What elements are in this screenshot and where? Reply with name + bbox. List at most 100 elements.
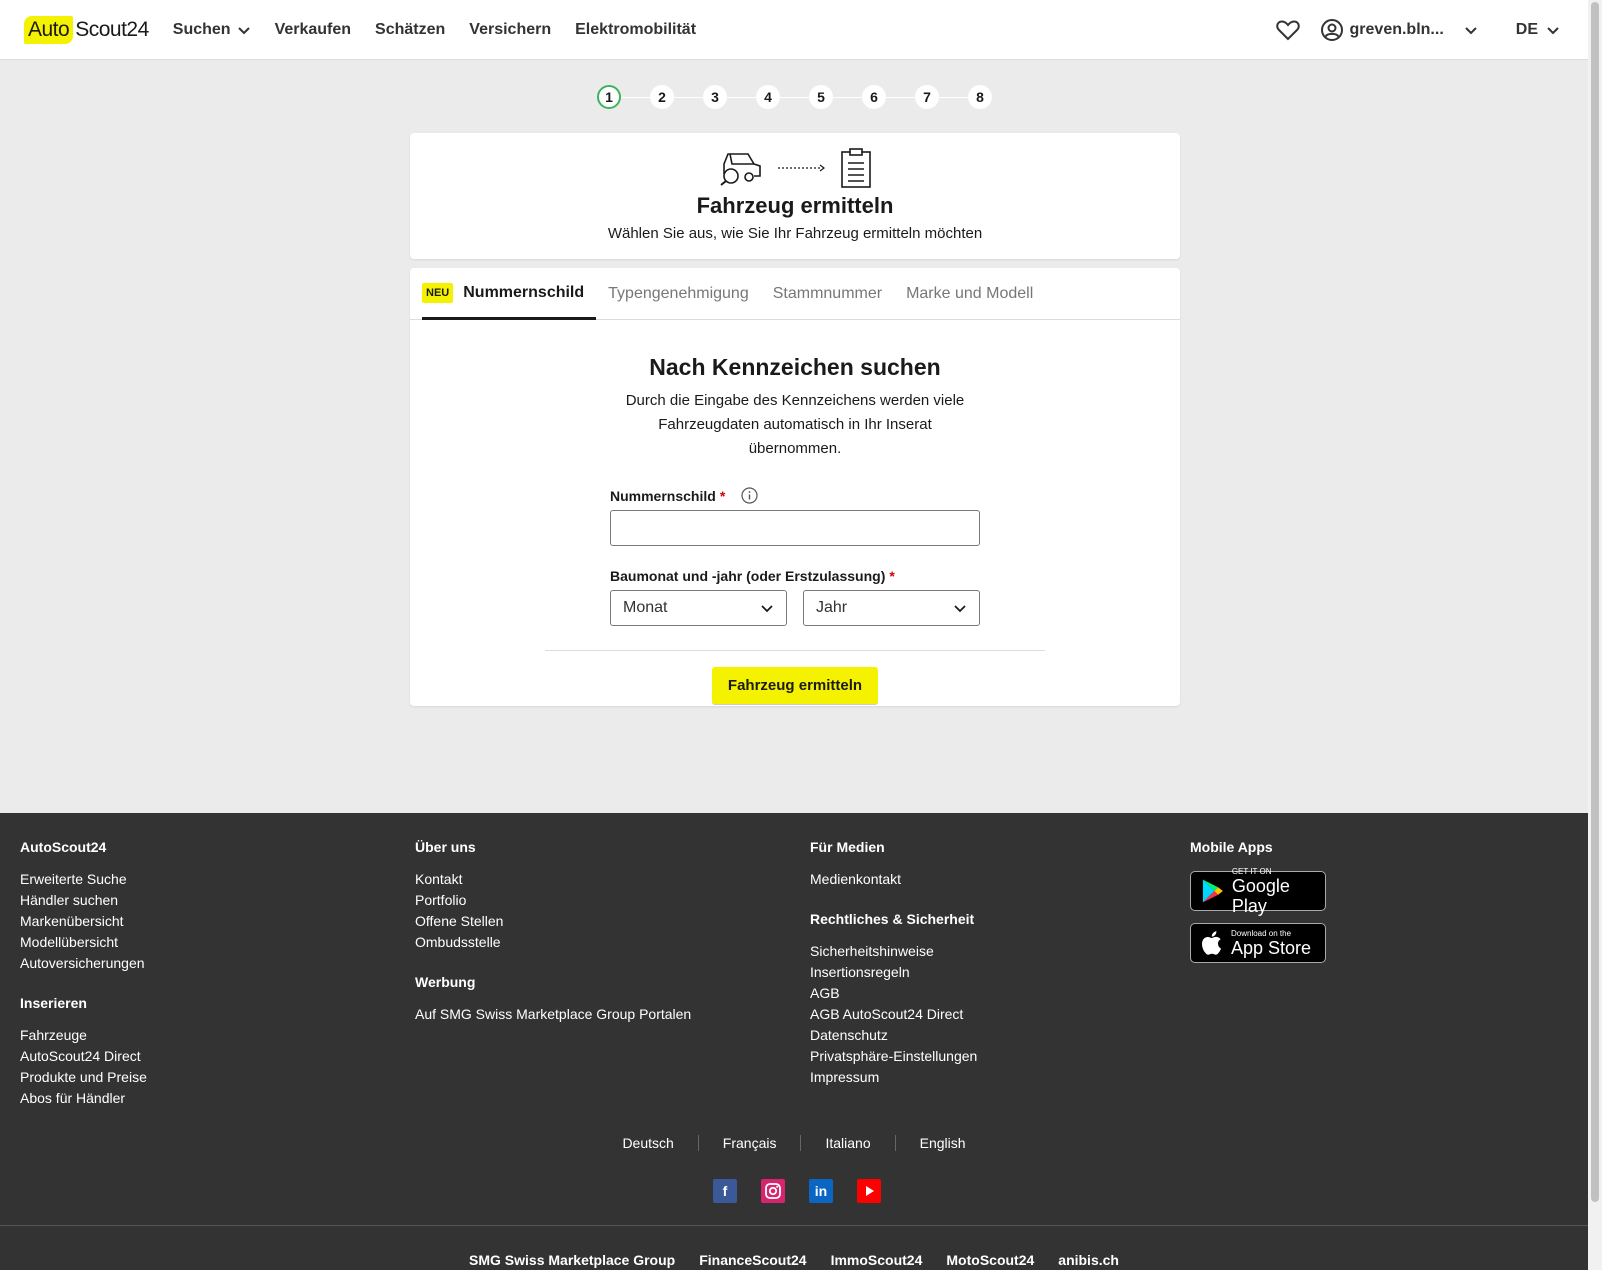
- footer-link[interactable]: AutoScout24 Direct: [20, 1048, 147, 1064]
- tab-label: Nummernschild: [463, 283, 585, 301]
- lookup-tabs: NEU Nummernschild Typengenehmigung Stamm…: [410, 268, 1180, 320]
- step-1: 1: [597, 85, 621, 109]
- network-link[interactable]: MotoScout24: [946, 1252, 1034, 1270]
- footer-link[interactable]: Insertionsregeln: [810, 964, 977, 980]
- nav-label: Elektromobilität: [575, 20, 697, 38]
- month-select[interactable]: Monat: [610, 590, 787, 626]
- main-nav: Suchen Verkaufen Schätzen Versichern Ele…: [173, 21, 696, 39]
- footer-link[interactable]: Offene Stellen: [415, 913, 691, 929]
- footer-link[interactable]: Autoversicherungen: [20, 955, 147, 971]
- step-connector: [674, 96, 703, 98]
- tab-stammnummer[interactable]: Stammnummer: [761, 268, 894, 319]
- linkedin-icon[interactable]: in: [809, 1179, 833, 1203]
- scrollbar-thumb[interactable]: [1591, 2, 1599, 1202]
- google-play-big: Google Play: [1231, 875, 1290, 916]
- language-menu[interactable]: DE: [1516, 21, 1560, 39]
- user-name: greven.bln...: [1349, 20, 1444, 38]
- step-7: 7: [915, 85, 939, 109]
- google-play-button[interactable]: GET IT ON Google Play: [1190, 867, 1326, 916]
- nav-label: Schätzen: [375, 20, 446, 38]
- vehicle-lookup-card: NEU Nummernschild Typengenehmigung Stamm…: [410, 268, 1180, 706]
- instagram-icon[interactable]: [761, 1179, 785, 1203]
- step-connector: [621, 96, 650, 98]
- lang-english[interactable]: English: [894, 1135, 990, 1151]
- network-link[interactable]: anibis.ch: [1058, 1252, 1119, 1270]
- footer-link[interactable]: Fahrzeuge: [20, 1027, 147, 1043]
- plate-label-text: Nummernschild: [610, 487, 716, 504]
- footer-link[interactable]: Markenübersicht: [20, 913, 147, 929]
- intro-card: Fahrzeug ermitteln Wählen Sie aus, wie S…: [410, 133, 1180, 259]
- footer-link[interactable]: Ombudsstelle: [415, 934, 691, 950]
- footer-heading: Über uns: [415, 839, 476, 855]
- nav-label: Suchen: [172, 20, 231, 38]
- tab-nummernschild[interactable]: NEU Nummernschild: [422, 268, 597, 320]
- footer-link[interactable]: AGB: [810, 985, 977, 1001]
- facebook-icon[interactable]: f: [713, 1179, 737, 1203]
- nav-versichern[interactable]: Versichern: [469, 21, 551, 39]
- footer-link[interactable]: Abos für Händler: [20, 1090, 147, 1106]
- footer-link[interactable]: Impressum: [810, 1069, 977, 1085]
- network-link[interactable]: SMG Swiss Marketplace Group: [469, 1252, 675, 1270]
- heart-icon[interactable]: [1275, 19, 1300, 41]
- autoscout24-logo[interactable]: Auto Scout24: [24, 15, 149, 44]
- footer-heading: AutoScout24: [20, 839, 107, 855]
- google-play-text: GET IT ON Google Play: [1232, 867, 1325, 916]
- step-3: 3: [703, 85, 727, 109]
- plate-field-label: Nummernschild *: [610, 487, 980, 504]
- footer-link[interactable]: Produkte und Preise: [20, 1069, 147, 1085]
- year-select[interactable]: Jahr: [803, 590, 980, 626]
- step-8: 8: [968, 85, 992, 109]
- submit-button[interactable]: Fahrzeug ermitteln: [711, 667, 879, 704]
- tab-typengenehmigung[interactable]: Typengenehmigung: [596, 268, 761, 319]
- page-scrollbar[interactable]: [1588, 0, 1602, 1270]
- language-label: DE: [1515, 20, 1538, 38]
- step-connector: [780, 96, 809, 98]
- youtube-icon[interactable]: [857, 1179, 881, 1203]
- chevron-down-icon: [954, 605, 966, 613]
- network-link[interactable]: ImmoScout24: [831, 1252, 923, 1270]
- required-mark: *: [889, 568, 895, 584]
- nav-suchen[interactable]: Suchen: [173, 21, 251, 39]
- nav-elektromobilitaet[interactable]: Elektromobilität: [575, 21, 696, 39]
- footer-link[interactable]: AGB AutoScout24 Direct: [810, 1006, 977, 1022]
- tab-label: Stammnummer: [772, 284, 883, 302]
- chevron-down-icon: [1547, 26, 1559, 34]
- logo-auto: Auto: [24, 15, 74, 44]
- app-store-button[interactable]: Download on the App Store: [1190, 923, 1326, 963]
- nav-schaetzen[interactable]: Schätzen: [375, 21, 445, 39]
- info-icon[interactable]: [741, 487, 758, 504]
- footer-heading: Rechtliches & Sicherheit: [810, 911, 975, 927]
- lang-francais[interactable]: Français: [697, 1135, 801, 1151]
- footer-link[interactable]: Händler suchen: [20, 892, 147, 908]
- app-store-small: Download on the: [1231, 928, 1292, 938]
- lang-deutsch[interactable]: Deutsch: [598, 1135, 697, 1151]
- tab-marke-und-modell[interactable]: Marke und Modell: [894, 268, 1045, 319]
- footer-heading: Inserieren: [20, 995, 87, 1011]
- user-menu[interactable]: greven.bln...: [1320, 18, 1478, 42]
- year-select-value: Jahr: [816, 599, 848, 616]
- footer-link[interactable]: Erweiterte Suche: [20, 871, 147, 887]
- chevron-down-icon: [237, 26, 250, 34]
- footer-network-links: SMG Swiss Marketplace Group FinanceScout…: [0, 1225, 1588, 1270]
- social-links: f in: [713, 1179, 881, 1203]
- car-search-icon: [720, 153, 761, 186]
- footer-link[interactable]: Portfolio: [415, 892, 691, 908]
- footer-link[interactable]: Kontakt: [415, 871, 691, 887]
- lang-italiano[interactable]: Italiano: [800, 1135, 894, 1151]
- footer-link[interactable]: Auf SMG Swiss Marketplace Group Portalen: [415, 1006, 691, 1022]
- footer-link[interactable]: Modellübersicht: [20, 934, 147, 950]
- network-link[interactable]: FinanceScout24: [699, 1252, 806, 1270]
- step-connector: [939, 96, 968, 98]
- footer-link[interactable]: Medienkontakt: [810, 871, 977, 887]
- plate-input[interactable]: [610, 510, 980, 546]
- footer-link[interactable]: Datenschutz: [810, 1027, 977, 1043]
- submit-wrap: Fahrzeug ermitteln: [410, 651, 1180, 704]
- step-connector: [727, 96, 756, 98]
- footer-col-autoscout24: AutoScout24 Erweiterte Suche Händler suc…: [20, 839, 147, 1111]
- top-header: Auto Scout24 Suchen Verkaufen Schätzen V…: [0, 0, 1588, 60]
- form-divider: [545, 650, 1045, 651]
- footer-link[interactable]: Privatsphäre-Einstellungen: [810, 1048, 977, 1064]
- footer-link[interactable]: Sicherheitshinweise: [810, 943, 977, 959]
- nav-verkaufen[interactable]: Verkaufen: [275, 21, 351, 39]
- required-mark: *: [719, 487, 726, 504]
